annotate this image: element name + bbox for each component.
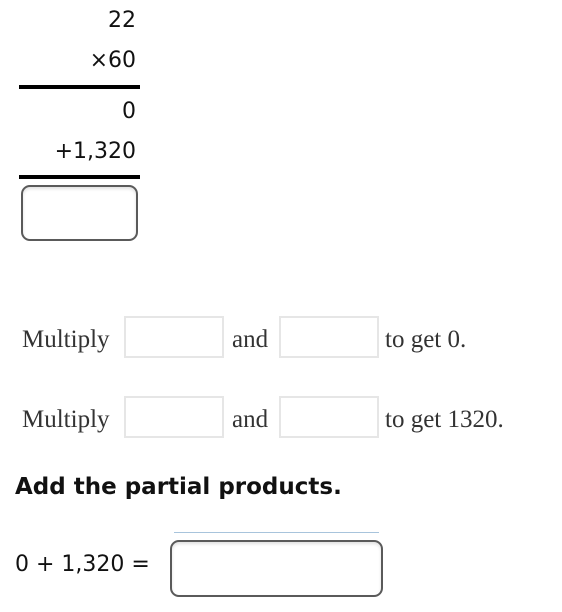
product-divider-line — [19, 85, 140, 89]
sum-divider-line — [19, 175, 140, 179]
sum-equation: 0 + 1,320 = — [15, 552, 150, 577]
step-2-connector: and — [232, 406, 269, 433]
final-product-input[interactable] — [23, 187, 136, 239]
multiplicand: 22 — [108, 8, 136, 33]
step-1-factor-a[interactable] — [124, 316, 224, 358]
step-2-factor-a[interactable] — [124, 396, 224, 438]
sum-answer-box[interactable] — [170, 540, 383, 597]
separator-line — [174, 532, 379, 533]
step-2-factor-b[interactable] — [279, 396, 379, 438]
partial-product-2: +1,320 — [54, 139, 136, 164]
step-2-factor-a-input[interactable] — [126, 398, 222, 436]
step-1-suffix: to get 0. — [385, 326, 467, 353]
partial-product-1: 0 — [122, 99, 136, 124]
step-2-suffix: to get 1320. — [385, 406, 504, 433]
step-2-factor-b-input[interactable] — [281, 398, 377, 436]
final-product-box[interactable] — [21, 185, 138, 241]
multiplier: ×60 — [89, 48, 136, 73]
step-2-prefix: Multiply — [22, 406, 110, 433]
step-1-connector: and — [232, 326, 269, 353]
step-1-factor-b[interactable] — [279, 316, 379, 358]
step-1-prefix: Multiply — [22, 326, 110, 353]
step-1-factor-b-input[interactable] — [281, 318, 377, 356]
add-partial-products-heading: Add the partial products. — [15, 474, 342, 500]
sum-answer-input[interactable] — [172, 542, 381, 595]
step-1-factor-a-input[interactable] — [126, 318, 222, 356]
